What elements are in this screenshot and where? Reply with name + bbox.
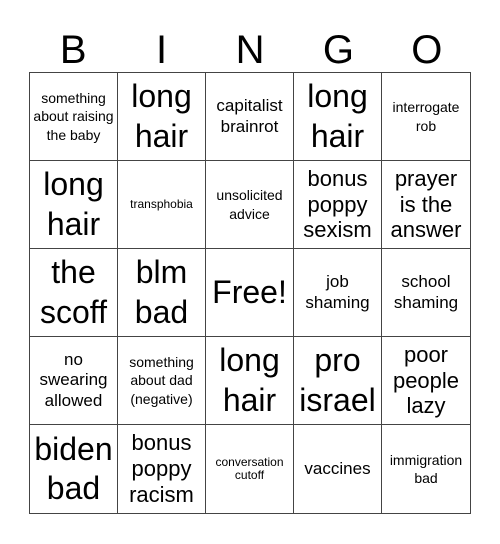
bingo-cell[interactable]: pro israel bbox=[294, 337, 382, 425]
cell-label: conversation cutoff bbox=[215, 454, 284, 482]
bingo-grid: something about raising the baby long hai… bbox=[29, 72, 471, 514]
cell-label: bonus poppy racism bbox=[129, 430, 194, 507]
cell-label: bonus poppy sexism bbox=[303, 165, 372, 243]
cell-label: immigration bad bbox=[389, 451, 463, 486]
cell-label: something about raising the baby bbox=[33, 90, 114, 143]
bingo-cell[interactable]: school shaming bbox=[382, 249, 470, 337]
header-letter-i: I bbox=[156, 28, 168, 72]
bingo-cell[interactable]: job shaming bbox=[294, 249, 382, 337]
cell-label: no swearing allowed bbox=[39, 349, 108, 410]
bingo-cell[interactable]: capitalist brainrot bbox=[206, 73, 294, 161]
cell-label: the scoff bbox=[40, 254, 107, 330]
cell-label: school shaming bbox=[393, 272, 459, 312]
bingo-cell[interactable]: transphobia bbox=[118, 161, 206, 249]
bingo-cell[interactable]: long hair bbox=[206, 337, 294, 425]
bingo-cell[interactable]: interrogate rob bbox=[382, 73, 470, 161]
bingo-cell[interactable]: long hair bbox=[294, 73, 382, 161]
cell-label: Free! bbox=[212, 273, 287, 310]
header-letter-b: B bbox=[59, 28, 87, 72]
bingo-cell[interactable]: something about raising the baby bbox=[30, 73, 118, 161]
cell-label: capitalist brainrot bbox=[216, 96, 283, 136]
cell-label: pro israel bbox=[299, 342, 376, 418]
bingo-cell[interactable]: the scoff bbox=[30, 249, 118, 337]
cell-label: poor people lazy bbox=[392, 341, 460, 419]
bingo-cell[interactable]: prayer is the answer bbox=[382, 161, 470, 249]
bingo-cell[interactable]: bonus poppy racism bbox=[118, 425, 206, 513]
header-letter-n: N bbox=[235, 28, 265, 72]
bingo-cell[interactable]: long hair bbox=[30, 161, 118, 249]
bingo-cell[interactable]: long hair bbox=[118, 73, 206, 161]
cell-label: long hair bbox=[131, 78, 192, 154]
header-letter-o: O bbox=[411, 28, 443, 72]
bingo-cell[interactable]: poor people lazy bbox=[382, 337, 470, 425]
cell-label: unsolicited advice bbox=[216, 187, 283, 222]
cell-label: vaccines bbox=[304, 458, 371, 478]
cell-label: long hair bbox=[307, 78, 368, 154]
bingo-cell[interactable]: bonus poppy sexism bbox=[294, 161, 382, 249]
bingo-cell[interactable]: conversation cutoff bbox=[206, 425, 294, 513]
header-letter-g: G bbox=[322, 28, 354, 72]
cell-label: long hair bbox=[43, 166, 104, 242]
cell-label: biden bad bbox=[34, 430, 113, 506]
cell-label: something about dad (negative) bbox=[129, 354, 194, 407]
cell-label: blm bad bbox=[134, 254, 189, 330]
cell-label: transphobia bbox=[130, 196, 193, 211]
cell-label: job shaming bbox=[305, 272, 370, 312]
bingo-cell[interactable]: biden bad bbox=[30, 425, 118, 513]
bingo-cell[interactable]: unsolicited advice bbox=[206, 161, 294, 249]
bingo-cell[interactable]: something about dad (negative) bbox=[118, 337, 206, 425]
cell-label: interrogate rob bbox=[392, 99, 460, 134]
bingo-header: B I N G O bbox=[29, 28, 471, 72]
bingo-cell[interactable]: no swearing allowed bbox=[30, 337, 118, 425]
bingo-cell[interactable]: blm bad bbox=[118, 249, 206, 337]
bingo-cell[interactable]: immigration bad bbox=[382, 425, 470, 513]
bingo-cell[interactable]: vaccines bbox=[294, 425, 382, 513]
free-space-cell[interactable]: Free! bbox=[206, 249, 294, 337]
cell-label: long hair bbox=[219, 342, 280, 418]
cell-label: prayer is the answer bbox=[390, 165, 462, 243]
